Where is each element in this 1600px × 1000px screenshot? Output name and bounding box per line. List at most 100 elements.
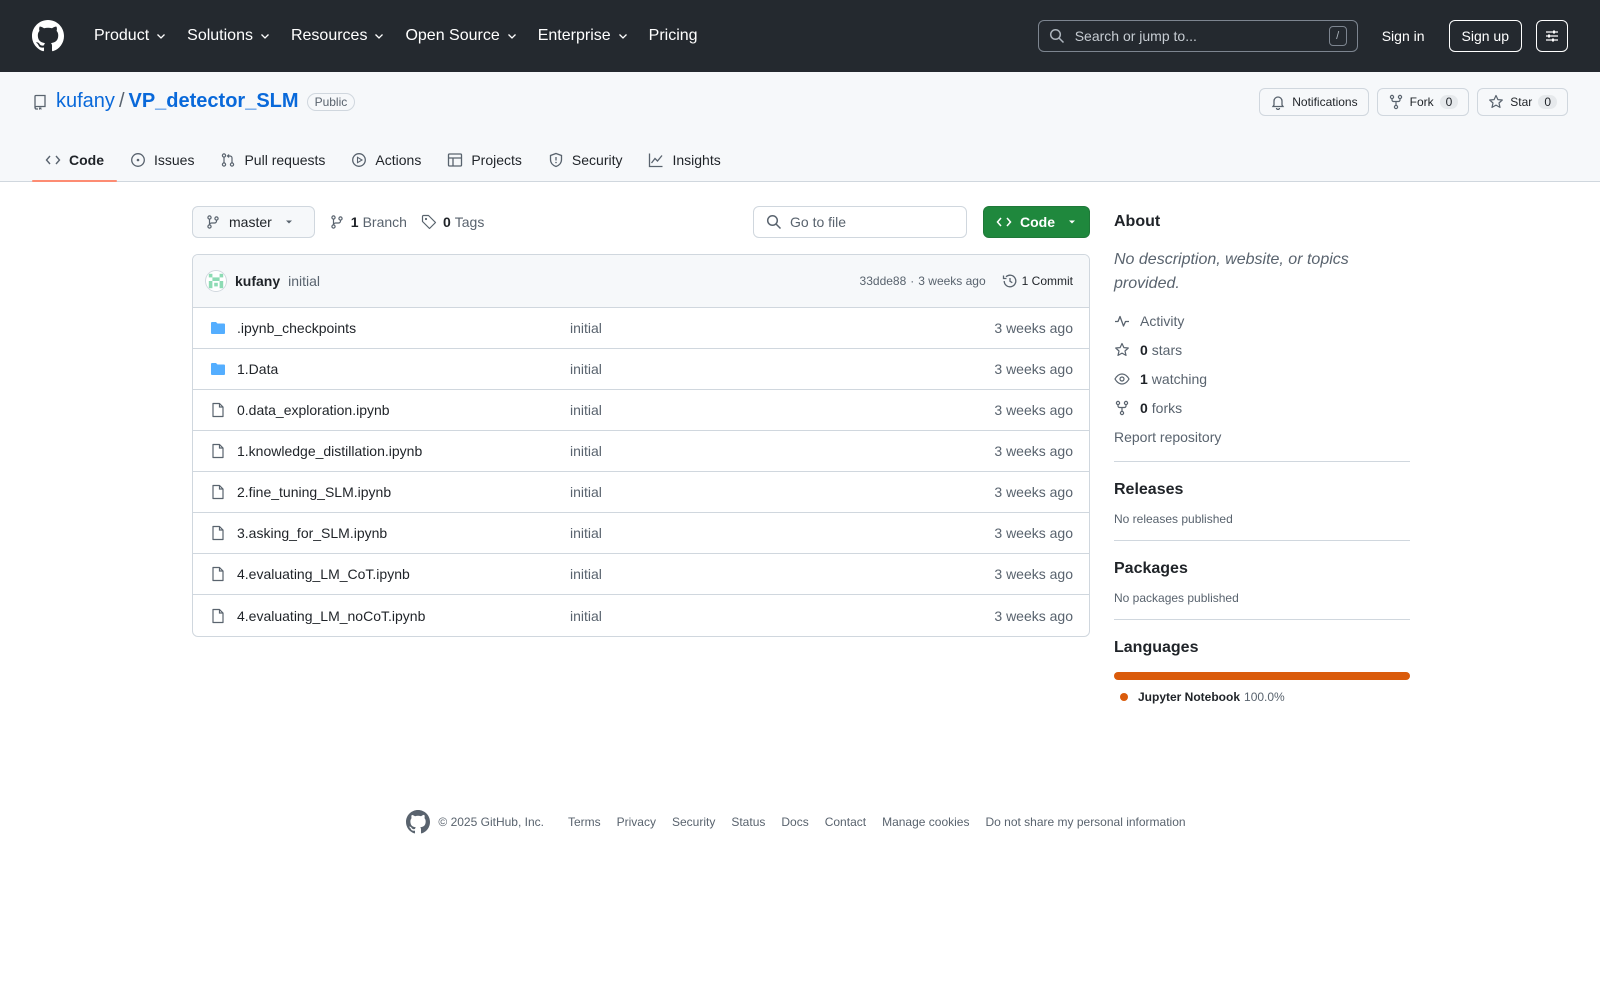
fork-label: Fork — [1409, 95, 1434, 109]
fork-button[interactable]: Fork 0 — [1376, 88, 1470, 116]
watching-link[interactable]: 1 watching — [1114, 368, 1410, 389]
forks-link[interactable]: 0 forks — [1114, 397, 1410, 418]
star-button[interactable]: Star 0 — [1477, 88, 1568, 116]
table-row[interactable]: 2.fine_tuning_SLM.ipynb initial 3 weeks … — [193, 472, 1089, 513]
tab-pull-requests[interactable]: Pull requests — [207, 138, 338, 182]
fork-count: 0 — [1439, 95, 1459, 109]
repo-actions: Notifications Fork 0 Star 0 — [1259, 88, 1568, 116]
nav-open-source-label: Open Source — [405, 27, 500, 44]
play-icon — [352, 153, 367, 167]
tab-security[interactable]: Security — [535, 138, 636, 182]
repo-icon — [34, 94, 46, 110]
nav-product[interactable]: Product — [86, 21, 175, 51]
pulse-icon — [1115, 315, 1129, 327]
table-row[interactable]: 0.data_exploration.ipynb initial 3 weeks… — [193, 390, 1089, 431]
tab-insights[interactable]: Insights — [635, 138, 733, 182]
file-name-link[interactable]: .ipynb_checkpoints — [237, 320, 570, 336]
file-name-link[interactable]: 4.evaluating_LM_CoT.ipynb — [237, 566, 570, 582]
tab-projects[interactable]: Projects — [434, 138, 535, 182]
avatar[interactable] — [205, 270, 227, 292]
code-dropdown-button[interactable]: Code — [983, 206, 1090, 238]
commit-hash-link[interactable]: 33dde88 — [860, 274, 907, 288]
file-commit-message[interactable]: initial — [570, 608, 994, 624]
go-to-file-input[interactable]: Go to file — [753, 206, 967, 238]
tab-code-label: Code — [69, 152, 104, 168]
file-icon — [209, 484, 227, 500]
table-row[interactable]: 1.knowledge_distillation.ipynb initial 3… — [193, 431, 1089, 472]
table-row[interactable]: .ipynb_checkpoints initial 3 weeks ago — [193, 308, 1089, 349]
sign-in-link[interactable]: Sign in — [1374, 22, 1433, 50]
github-logo-icon[interactable] — [406, 810, 431, 834]
file-commit-message[interactable]: initial — [570, 484, 994, 500]
file-name-link[interactable]: 1.Data — [237, 361, 570, 377]
commit-count-label: 1 Commit — [1021, 274, 1073, 288]
nav-pricing[interactable]: Pricing — [641, 21, 706, 51]
file-name-link[interactable]: 0.data_exploration.ipynb — [237, 402, 570, 418]
language-item[interactable]: Jupyter Notebook 100.0% — [1114, 690, 1410, 704]
file-commit-message[interactable]: initial — [570, 361, 994, 377]
file-name-link[interactable]: 4.evaluating_LM_noCoT.ipynb — [237, 608, 570, 624]
file-icon — [209, 525, 227, 541]
footer-link-security[interactable]: Security — [672, 815, 715, 829]
language-bar — [1114, 672, 1410, 680]
nav-solutions[interactable]: Solutions — [179, 21, 279, 51]
footer-link-docs[interactable]: Docs — [781, 815, 808, 829]
file-commit-message[interactable]: initial — [570, 443, 994, 459]
language-color-dot — [1120, 693, 1128, 701]
branches-link[interactable]: 1 Branch — [329, 214, 407, 230]
code-button-label: Code — [1020, 214, 1055, 230]
tab-actions[interactable]: Actions — [338, 138, 434, 182]
history-icon — [1002, 274, 1017, 288]
packages-heading[interactable]: Packages — [1114, 557, 1410, 581]
file-commit-message[interactable]: initial — [570, 320, 994, 336]
tags-link[interactable]: 0 Tags — [421, 214, 484, 230]
nav-resources-label: Resources — [290, 27, 368, 44]
sign-up-button[interactable]: Sign up — [1448, 20, 1522, 52]
footer-link-privacy[interactable]: Privacy — [617, 815, 656, 829]
file-name-link[interactable]: 2.fine_tuning_SLM.ipynb — [237, 484, 570, 500]
tab-issues[interactable]: Issues — [117, 138, 207, 182]
repo-owner-link[interactable]: kufany — [56, 90, 115, 113]
settings-menu-button[interactable] — [1536, 20, 1568, 52]
branch-count: 1 — [350, 214, 359, 230]
code-icon — [45, 155, 61, 165]
file-commit-date: 3 weeks ago — [994, 361, 1073, 377]
file-list: kufany initial 33dde88 · 3 weeks ago 1 C… — [192, 254, 1090, 637]
table-row[interactable]: 4.evaluating_LM_noCoT.ipynb initial 3 we… — [193, 595, 1089, 636]
footer-copyright: © 2025 GitHub, Inc. — [438, 815, 544, 829]
commit-author-link[interactable]: kufany — [235, 273, 280, 289]
releases-heading[interactable]: Releases — [1114, 478, 1410, 502]
file-commit-message[interactable]: initial — [570, 566, 994, 582]
tag-label: Tags — [454, 214, 485, 230]
file-name-link[interactable]: 3.asking_for_SLM.ipynb — [237, 525, 570, 541]
branch-selector[interactable]: master — [192, 206, 315, 238]
file-commit-message[interactable]: initial — [570, 402, 994, 418]
footer-link-do-not-share[interactable]: Do not share my personal information — [985, 815, 1185, 829]
nav-enterprise[interactable]: Enterprise — [530, 21, 637, 51]
file-commit-message[interactable]: initial — [570, 525, 994, 541]
about-description: No description, website, or topics provi… — [1114, 251, 1349, 292]
github-logo-icon[interactable] — [32, 20, 64, 52]
nav-resources[interactable]: Resources — [283, 21, 393, 51]
table-row[interactable]: 4.evaluating_LM_CoT.ipynb initial 3 week… — [193, 554, 1089, 595]
footer-link-manage-cookies[interactable]: Manage cookies — [882, 815, 969, 829]
commit-message-link[interactable]: initial — [288, 273, 320, 289]
tab-code[interactable]: Code — [32, 138, 117, 182]
repo-name-link[interactable]: VP_detector_SLM — [129, 90, 299, 113]
nav-open-source[interactable]: Open Source — [397, 21, 525, 51]
report-repository-link[interactable]: Report repository — [1114, 426, 1410, 447]
activity-label: Activity — [1140, 312, 1185, 329]
footer-link-status[interactable]: Status — [731, 815, 765, 829]
file-commit-date: 3 weeks ago — [994, 443, 1073, 459]
notifications-button[interactable]: Notifications — [1259, 88, 1369, 116]
global-search-input[interactable]: Search or jump to... / — [1037, 20, 1358, 52]
tag-icon — [421, 214, 437, 230]
activity-link[interactable]: Activity — [1114, 310, 1410, 331]
commit-history-link[interactable]: 1 Commit — [1002, 273, 1073, 289]
table-row[interactable]: 3.asking_for_SLM.ipynb initial 3 weeks a… — [193, 513, 1089, 554]
footer-link-terms[interactable]: Terms — [568, 815, 601, 829]
stars-link[interactable]: 0 stars — [1114, 339, 1410, 360]
footer-link-contact[interactable]: Contact — [825, 815, 866, 829]
table-row[interactable]: 1.Data initial 3 weeks ago — [193, 349, 1089, 390]
file-name-link[interactable]: 1.knowledge_distillation.ipynb — [237, 443, 570, 459]
